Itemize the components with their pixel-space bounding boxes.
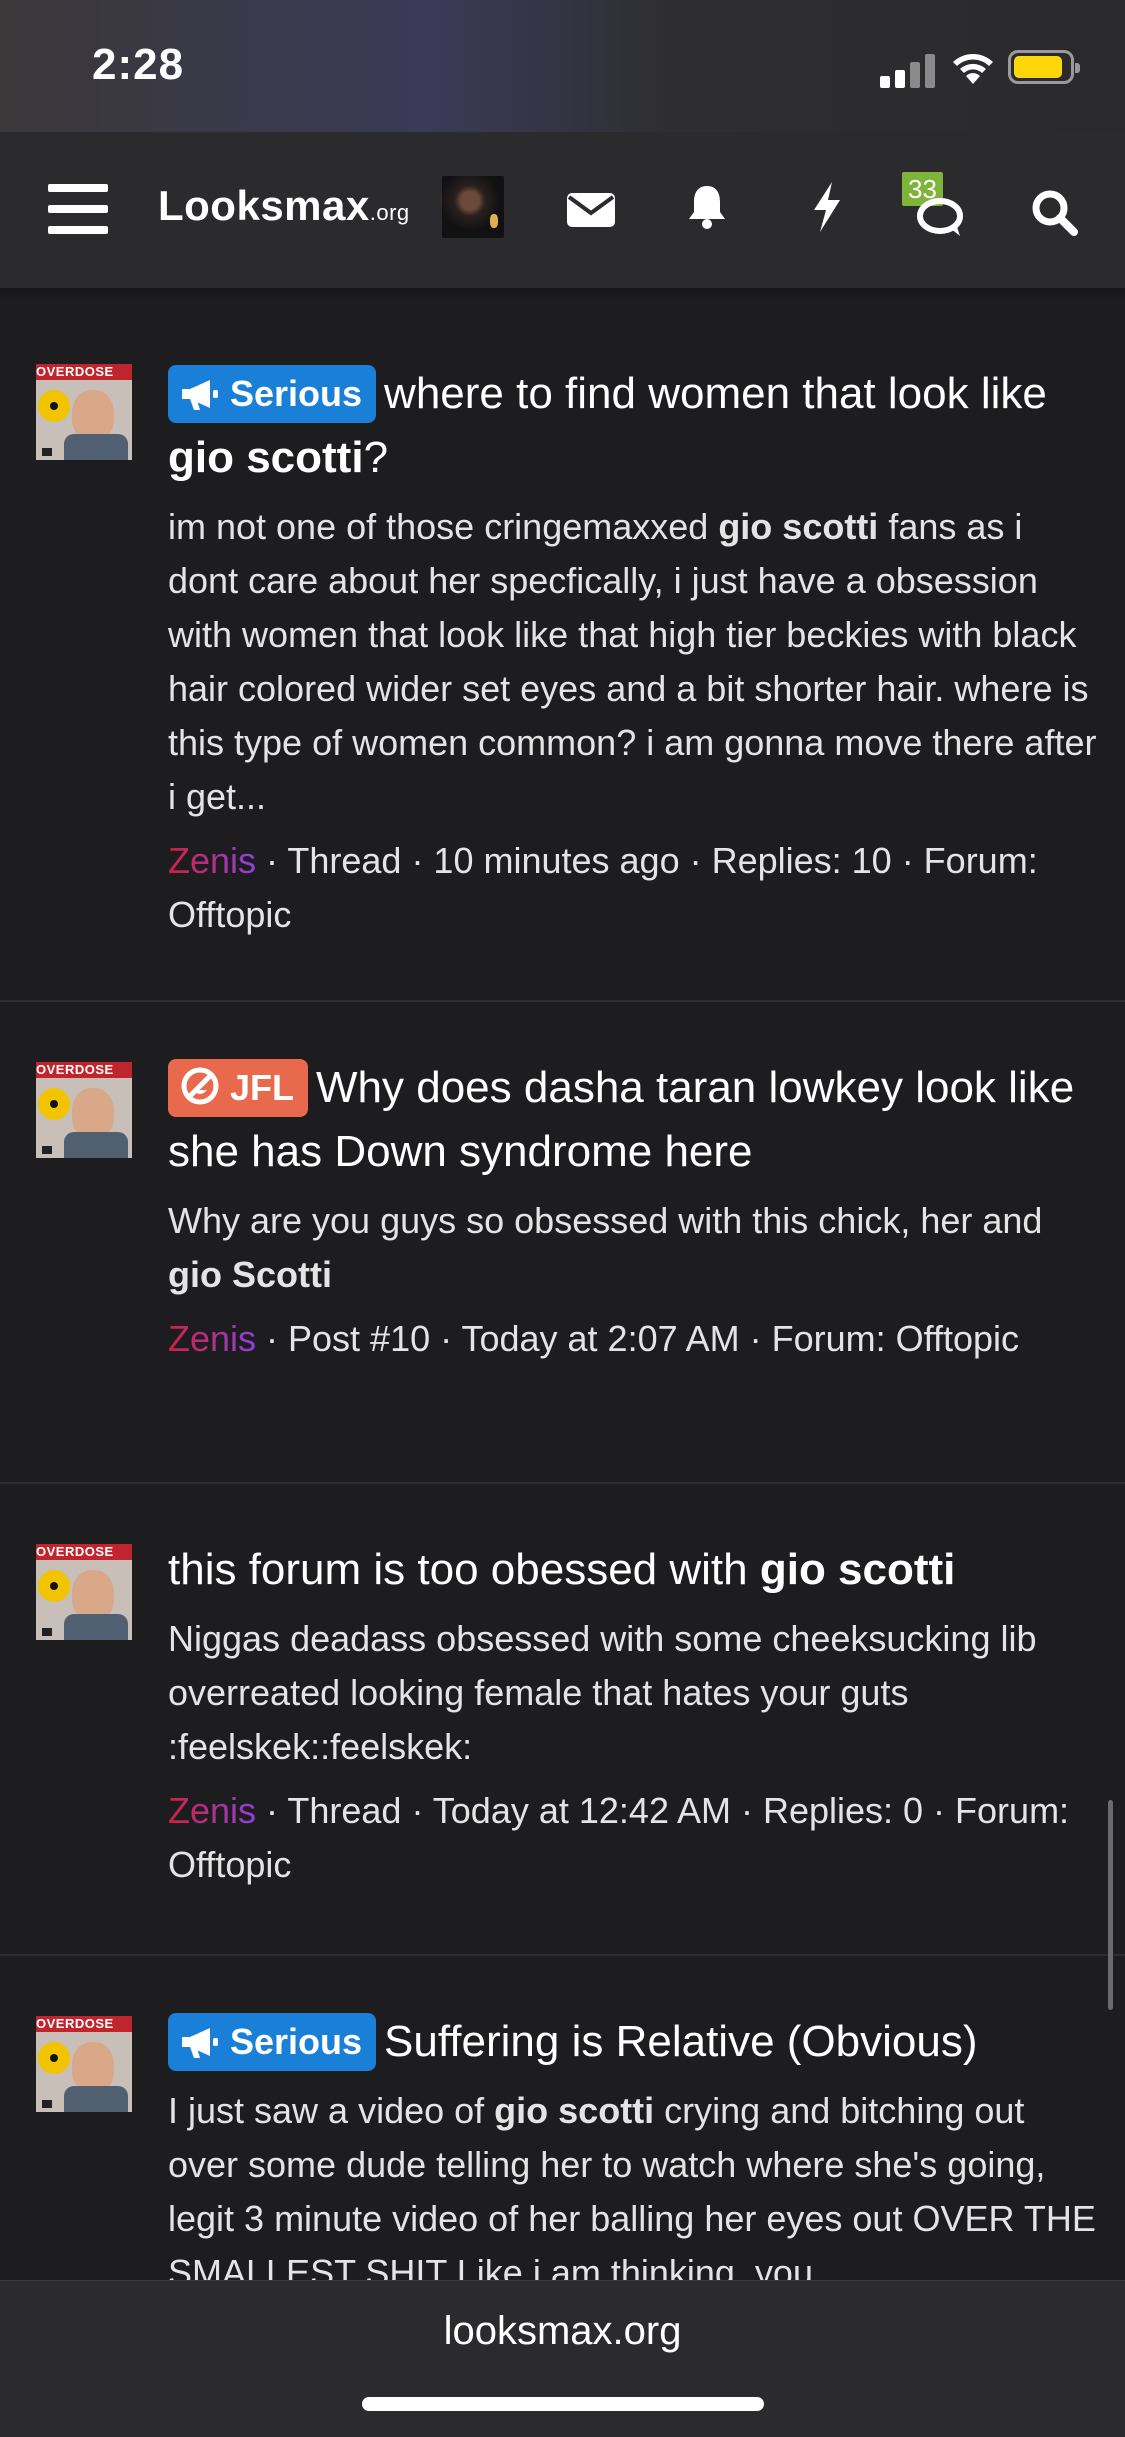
result-meta: Zenis · Post #10 · Today at 2:07 AM · Fo… <box>168 1312 1101 1366</box>
radiation-icon <box>38 390 70 422</box>
radiation-icon <box>38 2042 70 2074</box>
snippet-text: I just saw a video of <box>168 2090 495 2131</box>
search-result[interactable]: OVERDOSE JFL Why does dasha taran lowkey … <box>0 1000 1125 1484</box>
snippet-text: Why are you guys so obsessed with this c… <box>168 1200 1043 1241</box>
radiation-icon <box>38 1570 70 1602</box>
meta-text: · Thread · Today at 12:42 AM · Replies: … <box>168 1790 1070 1885</box>
home-indicator[interactable] <box>362 2397 764 2411</box>
avatar-banner: OVERDOSE <box>36 364 132 380</box>
label-text: JFL <box>230 1067 295 1108</box>
snippet-text: Niggas deadass obsessed with some cheeks… <box>168 1618 1037 1767</box>
megaphone-icon <box>182 380 218 410</box>
author-avatar[interactable]: OVERDOSE <box>36 364 132 460</box>
meta-text: · Thread · 10 minutes ago · Replies: 10 … <box>168 840 1038 935</box>
prefix-label-serious[interactable]: Serious <box>168 365 377 423</box>
label-text: Serious <box>230 373 363 414</box>
result-title[interactable]: JFL Why does dasha taran lowkey look like… <box>168 1056 1101 1184</box>
url-text[interactable]: looksmax.org <box>0 2309 1125 2354</box>
scrollbar[interactable] <box>1108 1800 1113 2010</box>
nav-shadow <box>0 288 1125 302</box>
cellular-signal-icon <box>880 52 936 88</box>
search-result[interactable]: OVERDOSE this forum is too obessed with … <box>0 1482 1125 1956</box>
snippet-highlight: gio scotti <box>494 2090 655 2131</box>
author-avatar[interactable]: OVERDOSE <box>36 1544 132 1640</box>
menu-icon[interactable] <box>48 184 108 234</box>
avatar-banner: OVERDOSE <box>36 2016 132 2032</box>
author-avatar[interactable]: OVERDOSE <box>36 2016 132 2112</box>
title-text: where to find women that look like <box>384 369 1047 418</box>
wifi-icon <box>953 54 993 84</box>
snippet-highlight: gio scotti <box>718 506 879 547</box>
result-meta: Zenis · Thread · 10 minutes ago · Replie… <box>168 834 1101 942</box>
meta-text: · Post #10 · Today at 2:07 AM · Forum: O… <box>256 1318 1020 1359</box>
status-time: 2:28 <box>92 40 185 89</box>
title-text: ? <box>363 433 389 482</box>
result-title[interactable]: this forum is too obessed with gio scott… <box>168 1538 1101 1602</box>
author-link[interactable]: Zenis <box>168 840 256 881</box>
inbox-icon[interactable] <box>566 192 616 228</box>
author-avatar[interactable]: OVERDOSE <box>36 1062 132 1158</box>
browser-address-bar[interactable]: looksmax.org <box>0 2280 1125 2437</box>
snippet-highlight: gio Scotti <box>168 1254 332 1295</box>
logo-suffix: .org <box>369 200 410 225</box>
title-highlight: gio scotti <box>759 1545 956 1594</box>
title-highlight: gio scotti <box>168 433 364 482</box>
prefix-label-serious[interactable]: Serious <box>168 2013 377 2071</box>
user-avatar[interactable] <box>442 176 504 238</box>
author-link[interactable]: Zenis <box>168 1790 256 1831</box>
search-icon[interactable] <box>1030 188 1078 236</box>
title-text: Suffering is Relative (Obvious) <box>384 2017 978 2066</box>
result-title[interactable]: Serious Suffering is Relative (Obvious) <box>168 2010 1101 2074</box>
site-logo[interactable]: Looksmax.org <box>158 182 410 230</box>
whats-new-bolt-icon[interactable] <box>810 180 844 234</box>
top-navigation: Looksmax.org 33 <box>0 132 1125 288</box>
result-snippet: im not one of those cringemaxxed gio sco… <box>168 500 1101 824</box>
logo-text: Looksmax <box>158 182 370 229</box>
prefix-label-jfl[interactable]: JFL <box>168 1059 309 1117</box>
search-result[interactable]: OVERDOSE Serious Suffering is Relative (O… <box>0 1954 1125 2284</box>
author-link[interactable]: Zenis <box>168 1318 256 1359</box>
result-snippet: Why are you guys so obsessed with this c… <box>168 1194 1101 1302</box>
title-text: this forum is too obessed with <box>168 1545 760 1594</box>
radiation-icon <box>38 1088 70 1120</box>
result-snippet: Niggas deadass obsessed with some cheeks… <box>168 1612 1101 1774</box>
label-text: Serious <box>230 2021 363 2062</box>
alerts-bell-icon[interactable] <box>686 182 728 230</box>
search-result[interactable]: OVERDOSE Serious where to find women that… <box>0 302 1125 1002</box>
result-title[interactable]: Serious where to find women that look lik… <box>168 362 1101 490</box>
status-bar: 2:28 <box>0 0 1125 132</box>
laughing-no-icon <box>181 1067 219 1105</box>
result-snippet: I just saw a video of gio scotti crying … <box>168 2084 1101 2284</box>
avatar-banner: OVERDOSE <box>36 1062 132 1078</box>
snippet-text: fans as i dont care about her specficall… <box>168 506 1097 817</box>
conversations-icon[interactable] <box>910 194 964 240</box>
snippet-text: im not one of those cringemaxxed <box>168 506 719 547</box>
megaphone-icon <box>182 2028 218 2058</box>
avatar-banner: OVERDOSE <box>36 1544 132 1560</box>
result-meta: Zenis · Thread · Today at 12:42 AM · Rep… <box>168 1784 1101 1892</box>
battery-icon <box>1008 50 1080 84</box>
